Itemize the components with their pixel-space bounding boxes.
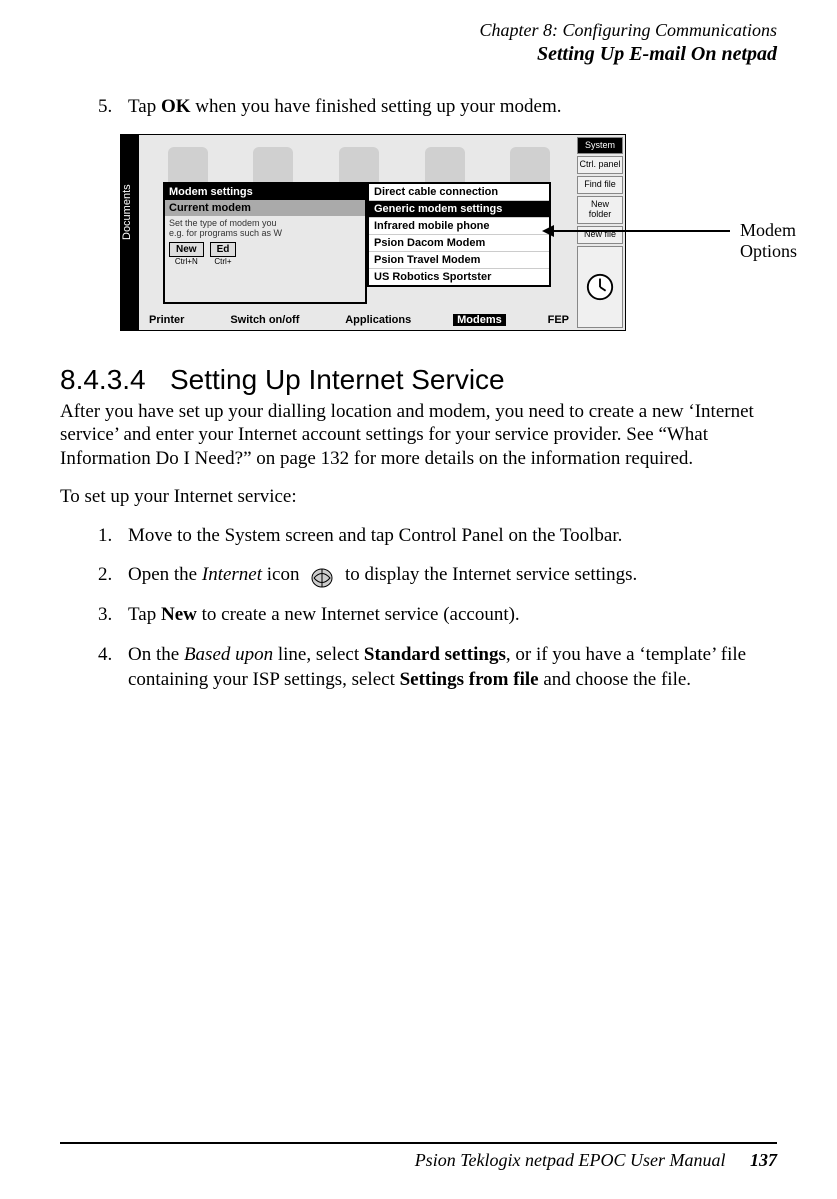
shortcut-label: Ctrl+ <box>210 257 237 266</box>
text: to create a new Internet service (accoun… <box>197 604 520 625</box>
step-1: 1. Move to the System screen and tap Con… <box>98 523 777 549</box>
step-text: Move to the System screen and tap Contro… <box>128 523 777 549</box>
step-text: Open the Internet icon to display the In… <box>128 562 777 588</box>
bottom-toolbar: Printer Switch on/off Applications Modem… <box>145 314 573 326</box>
dropdown-item-selected[interactable]: Generic modem settings <box>369 201 549 218</box>
step-number: 3. <box>98 602 128 628</box>
based-upon-italic: Based upon <box>184 644 273 665</box>
text: Open the <box>128 564 202 585</box>
footer-text: Psion Teklogix netpad EPOC User Manual <box>415 1150 726 1170</box>
text: line, select <box>273 644 364 665</box>
desktop-icon[interactable] <box>510 147 550 187</box>
text: On the <box>128 644 184 665</box>
step-text: On the Based upon line, select Standard … <box>128 642 777 693</box>
step-number: 2. <box>98 562 128 588</box>
standard-settings-bold: Standard settings <box>364 644 506 665</box>
current-modem-row[interactable]: Current modem <box>165 200 365 216</box>
sidebar-new-folder[interactable]: New folder <box>577 196 623 224</box>
header-chapter: Chapter 8: Configuring Communications <box>60 20 777 42</box>
step-number: 4. <box>98 642 128 693</box>
sidebar-system[interactable]: System <box>577 137 623 155</box>
step-2: 2. Open the Internet icon to display the… <box>98 562 777 588</box>
text: Tap <box>128 604 161 625</box>
right-sidebar: System Ctrl. panel Find file New folder … <box>577 137 623 328</box>
sidebar-ctrl-panel[interactable]: Ctrl. panel <box>577 156 623 174</box>
callout-arrow <box>550 230 730 232</box>
text: icon <box>262 564 299 585</box>
screenshot-figure: Documents Modem settings Current modem S… <box>120 134 777 334</box>
desktop-icon[interactable] <box>339 147 379 187</box>
sidebar-find-file[interactable]: Find file <box>577 176 623 194</box>
toolbar-printer[interactable]: Printer <box>145 314 188 326</box>
desktop-icon[interactable] <box>253 147 293 187</box>
page-number: 137 <box>750 1150 777 1170</box>
callout-label: Modem Options <box>740 220 797 262</box>
modem-dropdown[interactable]: Direct cable connection Generic modem se… <box>367 182 551 287</box>
dropdown-item[interactable]: US Robotics Sportster <box>369 269 549 285</box>
settings-from-file-bold: Settings from file <box>400 669 539 690</box>
dialog-hint: Set the type of modem you e.g. for progr… <box>165 216 365 240</box>
clock-icon[interactable] <box>577 246 623 328</box>
documents-tab[interactable]: Documents <box>121 135 139 330</box>
text: Tap <box>128 96 161 117</box>
dialog-title: Modem settings <box>165 184 365 200</box>
dropdown-item[interactable]: Infrared mobile phone <box>369 218 549 235</box>
step-number: 5. <box>98 96 128 118</box>
header-section: Setting Up E-mail On netpad <box>60 42 777 66</box>
desktop-icon[interactable] <box>425 147 465 187</box>
section-heading: 8.4.3.4 Setting Up Internet Service <box>60 364 777 396</box>
new-button[interactable]: New <box>169 242 204 257</box>
step-5: 5. Tap OK when you have finished setting… <box>98 96 777 118</box>
dropdown-item[interactable]: Psion Dacom Modem <box>369 235 549 252</box>
modem-settings-dialog: Modem settings Current modem Set the typ… <box>163 182 367 304</box>
text: and choose the file. <box>539 669 691 690</box>
text: to display the Internet service settings… <box>345 564 637 585</box>
desktop-icon[interactable] <box>168 147 208 187</box>
edit-button[interactable]: Ed <box>210 242 237 257</box>
dropdown-item[interactable]: Direct cable connection <box>369 184 549 201</box>
step-text: Tap OK when you have finished setting up… <box>128 96 777 118</box>
page-footer: Psion Teklogix netpad EPOC User Manual 1… <box>60 1142 777 1171</box>
lead-paragraph: To set up your Internet service: <box>60 485 777 509</box>
toolbar-modems[interactable]: Modems <box>453 314 506 326</box>
section-number: 8.4.3.4 <box>60 364 170 396</box>
toolbar-fep[interactable]: FEP <box>544 314 573 326</box>
section-title: Setting Up Internet Service <box>170 364 505 396</box>
intro-paragraph: After you have set up your dialling loca… <box>60 400 777 471</box>
internet-italic: Internet <box>202 564 262 585</box>
ok-label: OK <box>161 96 191 117</box>
new-bold: New <box>161 604 197 625</box>
step-4: 4. On the Based upon line, select Standa… <box>98 642 777 693</box>
internet-icon <box>310 567 334 589</box>
page-header: Chapter 8: Configuring Communications Se… <box>60 20 777 66</box>
text: when you have finished setting up your m… <box>191 96 562 117</box>
shortcut-label: Ctrl+N <box>169 257 204 266</box>
step-number: 1. <box>98 523 128 549</box>
toolbar-switch[interactable]: Switch on/off <box>226 314 303 326</box>
step-text: Tap New to create a new Internet service… <box>128 602 777 628</box>
toolbar-apps[interactable]: Applications <box>341 314 415 326</box>
dropdown-item[interactable]: Psion Travel Modem <box>369 252 549 269</box>
step-3: 3. Tap New to create a new Internet serv… <box>98 602 777 628</box>
